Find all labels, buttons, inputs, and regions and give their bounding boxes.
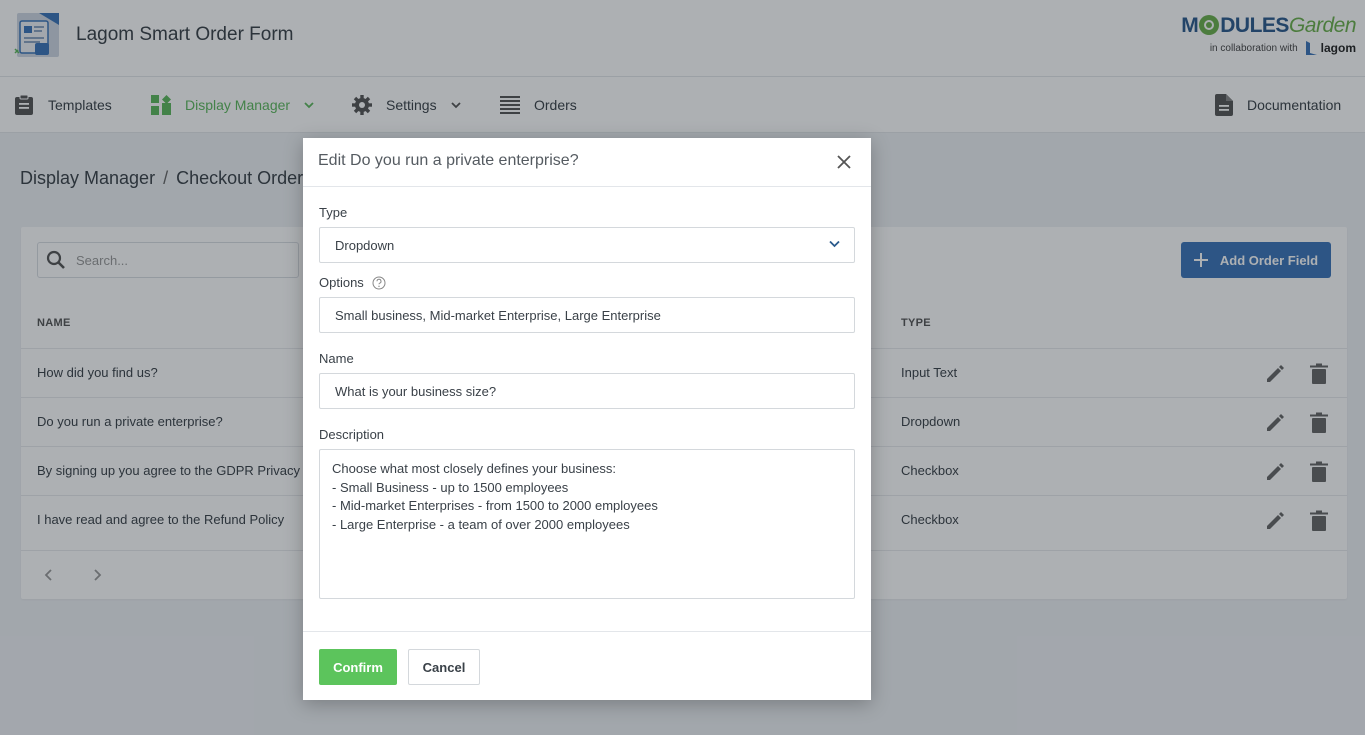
type-select-value: Dropdown (335, 237, 395, 253)
chevron-down-icon (829, 240, 840, 248)
name-input-value: What is your business size? (335, 383, 497, 399)
confirm-button[interactable]: Confirm (319, 649, 397, 685)
cancel-button[interactable]: Cancel (408, 649, 480, 685)
edit-field-modal: Edit Do you run a private enterprise? Ty… (303, 138, 871, 700)
modal-title: Edit Do you run a private enterprise? (318, 152, 579, 169)
help-icon[interactable] (372, 276, 386, 290)
options-label: Options (319, 275, 386, 290)
description-textarea[interactable]: Choose what most closely defines your bu… (319, 449, 855, 599)
name-input[interactable]: What is your business size? (319, 373, 855, 409)
description-label: Description (319, 427, 385, 442)
options-input[interactable]: Small business, Mid-market Enterprise, L… (319, 297, 855, 333)
type-select[interactable]: Dropdown (319, 227, 855, 263)
close-icon[interactable] (835, 153, 853, 171)
name-label: Name (319, 351, 354, 366)
type-label: Type (319, 205, 348, 220)
modal-header: Edit Do you run a private enterprise? (303, 138, 871, 187)
modal-footer: Confirm Cancel (303, 631, 871, 700)
options-input-value: Small business, Mid-market Enterprise, L… (335, 307, 661, 323)
